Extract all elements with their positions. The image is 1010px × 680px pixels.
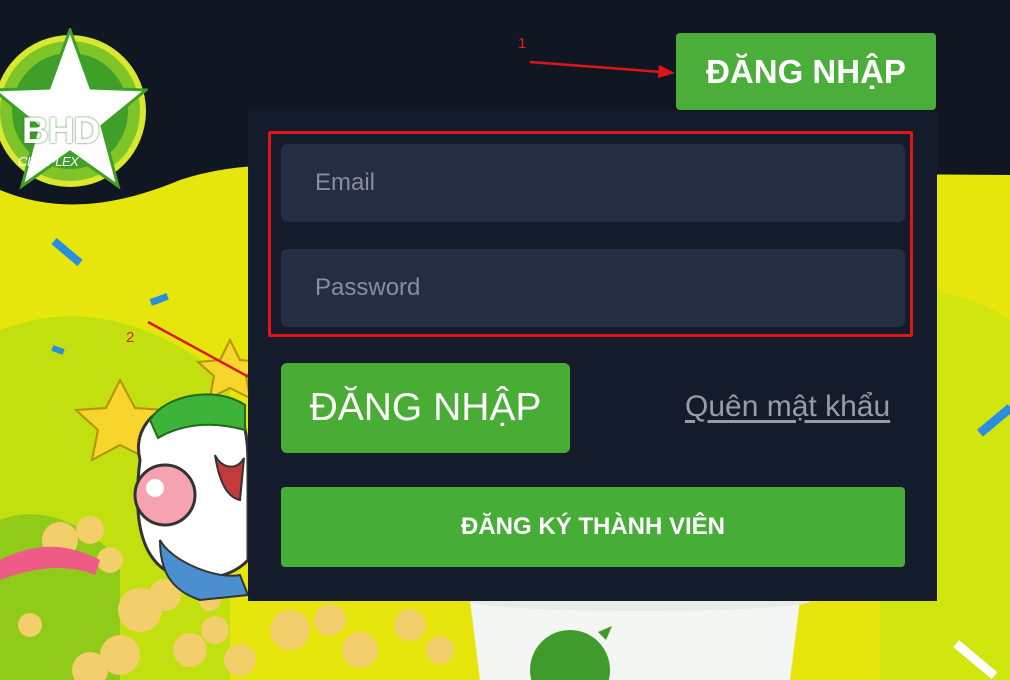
bhd-cineplex-logo: BHD CINEPLEX [0, 28, 148, 194]
annotation-step-1: 1 [518, 35, 527, 52]
login-submit-button[interactable]: ĐĂNG NHẬP [281, 363, 570, 453]
header-login-button[interactable]: ĐĂNG NHẬP [676, 33, 936, 110]
logo-wordmark: BHD [22, 110, 100, 151]
forgot-password-link[interactable]: Quên mật khẩu [685, 390, 890, 424]
register-button[interactable]: ĐĂNG KÝ THÀNH VIÊN [281, 487, 905, 567]
password-input[interactable] [281, 249, 905, 327]
logo-subtext: CINEPLEX [18, 154, 79, 169]
annotation-step-2: 2 [126, 329, 135, 346]
email-input[interactable] [281, 144, 905, 222]
